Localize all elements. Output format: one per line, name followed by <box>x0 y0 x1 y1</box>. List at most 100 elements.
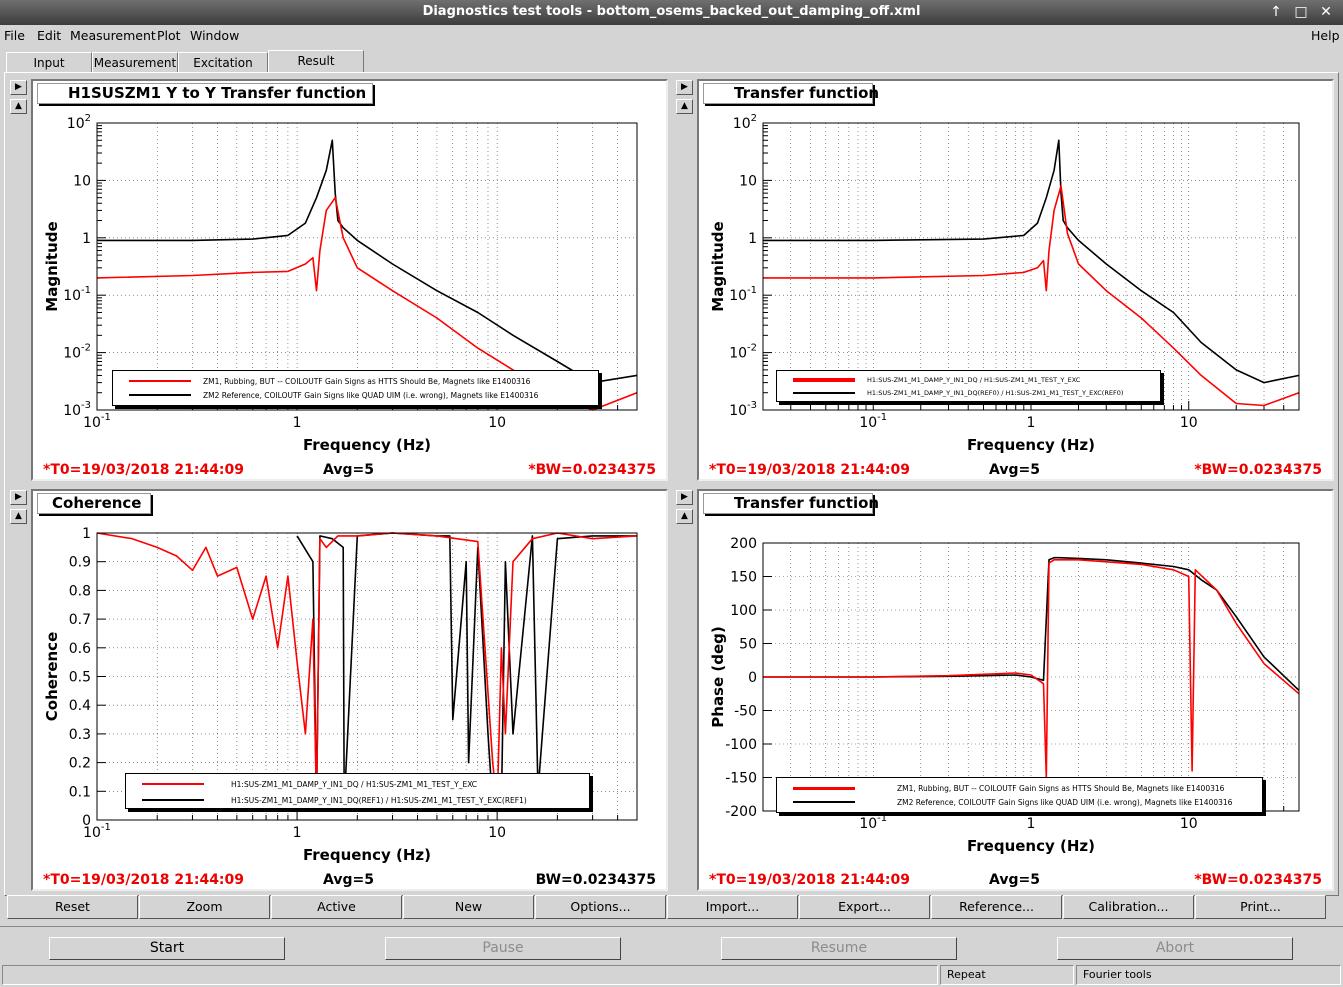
x-axis-label: Frequency (Hz) <box>303 436 431 454</box>
zoom-button[interactable]: Zoom <box>139 895 270 919</box>
legend-entry: ZM1, Rubbing, BUT -- COILOUTF Gain Signs… <box>777 782 1262 795</box>
menu-file[interactable]: File <box>4 28 25 43</box>
plot-3[interactable]: 10-1 1 1000.10.20.30.40.50.60.70.80.91Freq… <box>33 491 666 889</box>
x-tick-label: 10 <box>488 825 506 841</box>
bw-label: *BW=0.0234375 <box>528 462 656 478</box>
y-axis-label: Magnitude <box>43 221 61 311</box>
plot-2-legend: H1:SUS-ZM1_M1_DAMP_Y_IN1_DQ / H1:SUS-ZM1… <box>776 370 1161 402</box>
window-maximize-icon[interactable]: □ <box>1291 3 1311 21</box>
legend-label: H1:SUS-ZM1_M1_DAMP_Y_IN1_DQ / H1:SUS-ZM1… <box>231 780 478 789</box>
legend-entry: H1:SUS-ZM1_M1_DAMP_Y_IN1_DQ / H1:SUS-ZM1… <box>126 778 589 791</box>
y-tick-label: -150 <box>725 771 757 787</box>
plot-4-legend: ZM1, Rubbing, BUT -- COILOUTF Gain Signs… <box>776 777 1263 813</box>
x-tick-label: 10 <box>1180 816 1198 832</box>
series-line-black <box>763 139 1300 384</box>
plot-2[interactable]: 10-1 1 10 10-3 10-2 10-1 1 10 102 Frequency (Hz) M… <box>699 81 1332 479</box>
y-tick-label: 102 <box>733 113 757 132</box>
legend-entry: H1:SUS-ZM1_M1_DAMP_Y_IN1_DQ(REF0) / H1:S… <box>777 387 1160 400</box>
legend-label: ZM1, Rubbing, BUT -- COILOUTF Gain Signs… <box>203 377 531 386</box>
pane2-up-arrow-icon[interactable]: ▲ <box>676 99 693 114</box>
y-tick-label: 0 <box>748 670 757 686</box>
window-close-icon[interactable]: ✕ <box>1316 3 1336 21</box>
import-button[interactable]: Import... <box>667 895 798 919</box>
plot-pane-2[interactable]: 10-1 1 10 10-3 10-2 10-1 1 10 102 Frequency (Hz) M… <box>697 79 1334 481</box>
y-tick-label: 0.7 <box>69 612 91 628</box>
x-tick-label: 10-1 <box>859 813 887 832</box>
legend-entry: ZM1, Rubbing, BUT -- COILOUTF Gain Signs… <box>113 375 598 388</box>
window-up-icon[interactable]: ↑ <box>1266 3 1286 21</box>
start-button[interactable]: Start <box>49 937 285 960</box>
x-tick-label: 10-1 <box>83 412 111 431</box>
plot-pane-4[interactable]: 10-1 1 10 -200 -150 -100 -50 0 50 100 150 200 Freque… <box>697 489 1334 891</box>
series-line-black <box>97 139 638 384</box>
status-fourier-tools: Fourier tools <box>1076 965 1341 985</box>
t0-label: *T0=19/03/2018 21:44:09 <box>709 872 911 888</box>
legend-entry: H1:SUS-ZM1_M1_DAMP_Y_IN1_DQ / H1:SUS-ZM1… <box>777 374 1160 387</box>
pane3-up-arrow-icon[interactable]: ▲ <box>10 509 27 524</box>
tab-result[interactable]: Result <box>268 50 364 73</box>
menu-window[interactable]: Window <box>190 28 239 43</box>
menu-help[interactable]: Help <box>1311 28 1340 43</box>
pane2-right-arrow-icon[interactable]: ▶ <box>676 80 693 95</box>
plot-pane-1[interactable]: 10-1 1 10 10-3 10-2 10-1 1 10 102 Frequency (Hz) M… <box>31 79 668 481</box>
menu-plot[interactable]: Plot <box>157 28 181 43</box>
plot-4-title: Transfer function <box>703 493 879 514</box>
x-tick-label: 10 <box>488 415 506 431</box>
plot-1[interactable]: 10-1 1 1010-310-210-1110102Frequency (Hz)M… <box>33 81 666 479</box>
abort-button[interactable]: Abort <box>1057 937 1293 960</box>
legend-label: H1:SUS-ZM1_M1_DAMP_Y_IN1_DQ / H1:SUS-ZM1… <box>867 376 1081 384</box>
pause-button[interactable]: Pause <box>385 937 621 960</box>
x-tick-label: 10 <box>1180 415 1198 431</box>
active-button[interactable]: Active <box>271 895 402 919</box>
y-axis-label: Phase (deg) <box>709 626 727 727</box>
y-axis-label: Magnitude <box>709 221 727 311</box>
pane1-right-arrow-icon[interactable]: ▶ <box>10 80 27 95</box>
status-main <box>2 965 938 985</box>
menu-edit[interactable]: Edit <box>37 28 61 43</box>
plot-1-legend: ZM1, Rubbing, BUT -- COILOUTF Gain Signs… <box>112 370 599 406</box>
x-tick-label: 1 <box>1027 816 1036 832</box>
tab-measurement[interactable]: Measurement <box>92 52 178 73</box>
plot-pane-3[interactable]: 10-1 1 10 0 0.1 0.2 0.3 0.4 0.5 0.6 0.7 0.8 0.9 1 Freq… <box>31 489 668 891</box>
reference-button[interactable]: Reference... <box>931 895 1062 919</box>
options-button[interactable]: Options... <box>535 895 666 919</box>
tab-input[interactable]: Input <box>6 52 92 73</box>
plot-frame <box>762 122 1300 411</box>
y-tick-label: 102 <box>67 113 91 132</box>
pane4-up-arrow-icon[interactable]: ▲ <box>676 509 693 524</box>
plot-3-legend: H1:SUS-ZM1_M1_DAMP_Y_IN1_DQ / H1:SUS-ZM1… <box>125 773 590 809</box>
series-line-red <box>763 559 1300 779</box>
y-tick-label: 0.2 <box>69 756 91 772</box>
legend-label: ZM1, Rubbing, BUT -- COILOUTF Gain Signs… <box>897 784 1225 793</box>
y-tick-label: 10 <box>739 173 757 189</box>
y-tick-label: 0.6 <box>69 641 91 657</box>
t0-label: *T0=19/03/2018 21:44:09 <box>709 462 911 478</box>
legend-swatch-black <box>129 394 191 396</box>
tab-bar: Input Measurement Excitation Result <box>0 50 1343 73</box>
calibration-button[interactable]: Calibration... <box>1063 895 1194 919</box>
tab-excitation[interactable]: Excitation <box>178 52 268 73</box>
print-button[interactable]: Print... <box>1195 895 1326 919</box>
pane1-up-arrow-icon[interactable]: ▲ <box>10 99 27 114</box>
avg-label: Avg=5 <box>989 462 1040 478</box>
pane4-right-arrow-icon[interactable]: ▶ <box>676 490 693 505</box>
t0-label: *T0=19/03/2018 21:44:09 <box>43 872 245 888</box>
resume-button[interactable]: Resume <box>721 937 957 960</box>
pane3-right-arrow-icon[interactable]: ▶ <box>10 490 27 505</box>
y-tick-label: 200 <box>730 536 757 552</box>
new-button[interactable]: New <box>403 895 534 919</box>
legend-swatch-black <box>793 801 855 803</box>
x-tick-label: 1 <box>293 415 302 431</box>
y-tick-label: 1 <box>82 231 91 247</box>
menu-bar: File Edit Measurement Plot Window Help <box>0 25 1343 47</box>
y-tick-label: -100 <box>725 737 757 753</box>
y-tick-label: -50 <box>734 704 757 720</box>
y-tick-label: 50 <box>739 637 757 653</box>
plot-4[interactable]: 10-1 1 10 -200 -150 -100 -50 0 50 100 150 200 Freque… <box>699 491 1332 889</box>
export-button[interactable]: Export... <box>799 895 930 919</box>
y-tick-label: 0.1 <box>69 784 91 800</box>
reset-button[interactable]: Reset <box>7 895 138 919</box>
menu-measurement[interactable]: Measurement <box>70 28 156 43</box>
y-axis-label: Coherence <box>43 632 61 721</box>
legend-swatch-red <box>142 783 204 785</box>
